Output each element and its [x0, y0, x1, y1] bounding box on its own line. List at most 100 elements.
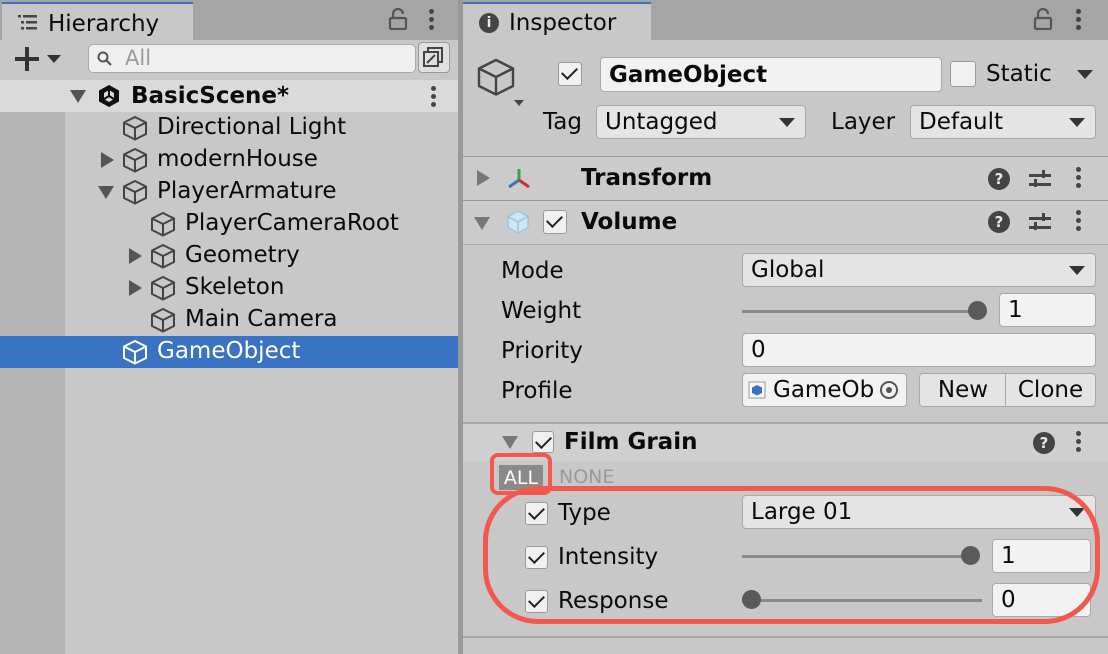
mode-label: Mode	[501, 258, 564, 284]
film-grain-enabled-checkbox[interactable]	[532, 431, 554, 453]
gameobject-icon	[120, 337, 150, 367]
priority-input[interactable]: 0	[742, 333, 1096, 367]
inspector-tab-label: Inspector	[509, 10, 617, 36]
hierarchy-tab[interactable]: Hierarchy	[2, 2, 193, 42]
presets-icon[interactable]	[1029, 212, 1053, 234]
new-button-label: New	[937, 377, 989, 403]
gameobject-icon	[120, 145, 150, 175]
transform-header[interactable]: Transform ?	[463, 156, 1108, 201]
chevron-down-icon	[1069, 266, 1085, 275]
clone-profile-button[interactable]: Clone	[1005, 373, 1096, 407]
lock-icon[interactable]	[388, 7, 408, 31]
profile-field[interactable]: GameOb	[742, 373, 907, 407]
weight-input[interactable]: 1	[999, 293, 1096, 327]
unity-scene-icon	[96, 83, 122, 109]
tag-label: Tag	[543, 109, 582, 135]
mode-dropdown[interactable]: Global	[742, 253, 1096, 287]
layer-label: Layer	[831, 109, 896, 135]
expand-arrow-icon[interactable]	[477, 170, 490, 186]
list-item-label: Skeleton	[185, 274, 285, 300]
film-grain-menu-icon[interactable]	[1076, 429, 1082, 455]
scene-header[interactable]: BasicScene*	[0, 80, 458, 112]
volume-icon	[505, 209, 531, 235]
gameobject-icon	[148, 273, 178, 303]
list-item[interactable]: Skeleton	[65, 272, 458, 304]
hierarchy-panel: Hierarchy All BasicScene* Directional Li…	[0, 0, 458, 654]
expand-arrow-icon[interactable]	[502, 436, 518, 449]
volume-menu-icon[interactable]	[1076, 208, 1082, 234]
add-dropdown-icon[interactable]	[47, 55, 61, 63]
chevron-down-icon	[779, 118, 795, 127]
new-profile-button[interactable]: New	[919, 373, 1007, 407]
search-scope-button[interactable]	[418, 42, 450, 73]
transform-title: Transform	[581, 165, 713, 191]
none-button[interactable]: NONE	[559, 466, 614, 488]
list-item[interactable]: PlayerCameraRoot	[65, 208, 458, 240]
gameobject-icon	[148, 209, 178, 239]
add-icon[interactable]	[14, 46, 40, 72]
list-item-label: Geometry	[185, 242, 300, 268]
list-icon	[18, 14, 38, 32]
object-name-value: GameObject	[609, 61, 768, 88]
priority-label: Priority	[501, 338, 583, 364]
list-item[interactable]: Main Camera	[65, 304, 458, 336]
transform-icon	[505, 166, 533, 192]
expand-arrow-icon[interactable]	[98, 186, 114, 199]
list-item-label: PlayerArmature	[157, 178, 337, 204]
volume-header[interactable]: Volume ?	[463, 201, 1108, 245]
profile-value: GameOb	[773, 377, 875, 403]
inspector-tab[interactable]: i Inspector	[463, 2, 651, 42]
tag-dropdown[interactable]: Untagged	[596, 105, 806, 139]
list-item[interactable]: Geometry	[65, 240, 458, 272]
list-item[interactable]: modernHouse	[65, 144, 458, 176]
search-icon	[96, 50, 114, 68]
search-input[interactable]: All	[88, 44, 416, 73]
expand-arrow-icon[interactable]	[474, 217, 490, 230]
gameobject-icon	[148, 241, 178, 271]
profile-label: Profile	[501, 378, 573, 404]
mode-value: Global	[751, 257, 825, 283]
volume-enabled-checkbox[interactable]	[543, 210, 567, 234]
gameobject-large-icon[interactable]	[475, 56, 525, 112]
list-item[interactable]: PlayerArmature	[65, 176, 458, 208]
layer-value: Default	[919, 109, 1004, 135]
object-picker-icon[interactable]	[880, 381, 898, 399]
lock-icon[interactable]	[1033, 7, 1053, 31]
scene-menu-icon[interactable]	[431, 84, 437, 110]
slider-track	[742, 310, 977, 313]
active-checkbox[interactable]	[558, 62, 582, 86]
weight-label: Weight	[501, 298, 582, 324]
list-item-label: GameObject	[157, 338, 301, 364]
expand-arrow-icon[interactable]	[101, 152, 114, 168]
film-grain-header[interactable]: Film Grain ?	[463, 424, 1108, 461]
list-item-selected[interactable]: GameObject	[0, 336, 458, 368]
hierarchy-gutter	[0, 112, 65, 654]
transform-menu-icon[interactable]	[1076, 165, 1082, 191]
inspector-panel: i Inspector GameObject Static Tag Untagg…	[463, 0, 1108, 654]
inspector-menu-icon[interactable]	[1076, 7, 1082, 33]
help-icon[interactable]: ?	[988, 168, 1010, 190]
static-dropdown-icon[interactable]	[1077, 70, 1093, 79]
layer-dropdown[interactable]: Default	[910, 105, 1096, 139]
slider-knob[interactable]	[968, 301, 987, 320]
search-placeholder: All	[125, 46, 152, 70]
static-label: Static	[986, 61, 1052, 87]
divider	[463, 636, 1108, 638]
gameobject-icon	[120, 177, 150, 207]
list-item[interactable]: Directional Light	[65, 112, 458, 144]
help-icon[interactable]: ?	[1033, 432, 1055, 454]
presets-icon[interactable]	[1029, 169, 1053, 191]
help-icon[interactable]: ?	[988, 211, 1010, 233]
expand-arrow-icon[interactable]	[129, 280, 142, 296]
object-name-input[interactable]: GameObject	[600, 57, 942, 92]
expand-arrow-icon[interactable]	[70, 90, 86, 103]
expand-arrow-icon[interactable]	[129, 248, 142, 264]
static-checkbox[interactable]	[950, 61, 976, 87]
hierarchy-menu-icon[interactable]	[429, 7, 435, 33]
properties-highlight	[483, 486, 1100, 624]
gameobject-icon	[120, 113, 150, 143]
weight-slider[interactable]	[742, 296, 990, 326]
film-grain-title: Film Grain	[564, 429, 698, 455]
list-item-label: Main Camera	[185, 306, 338, 332]
list-item-label: PlayerCameraRoot	[185, 210, 399, 236]
